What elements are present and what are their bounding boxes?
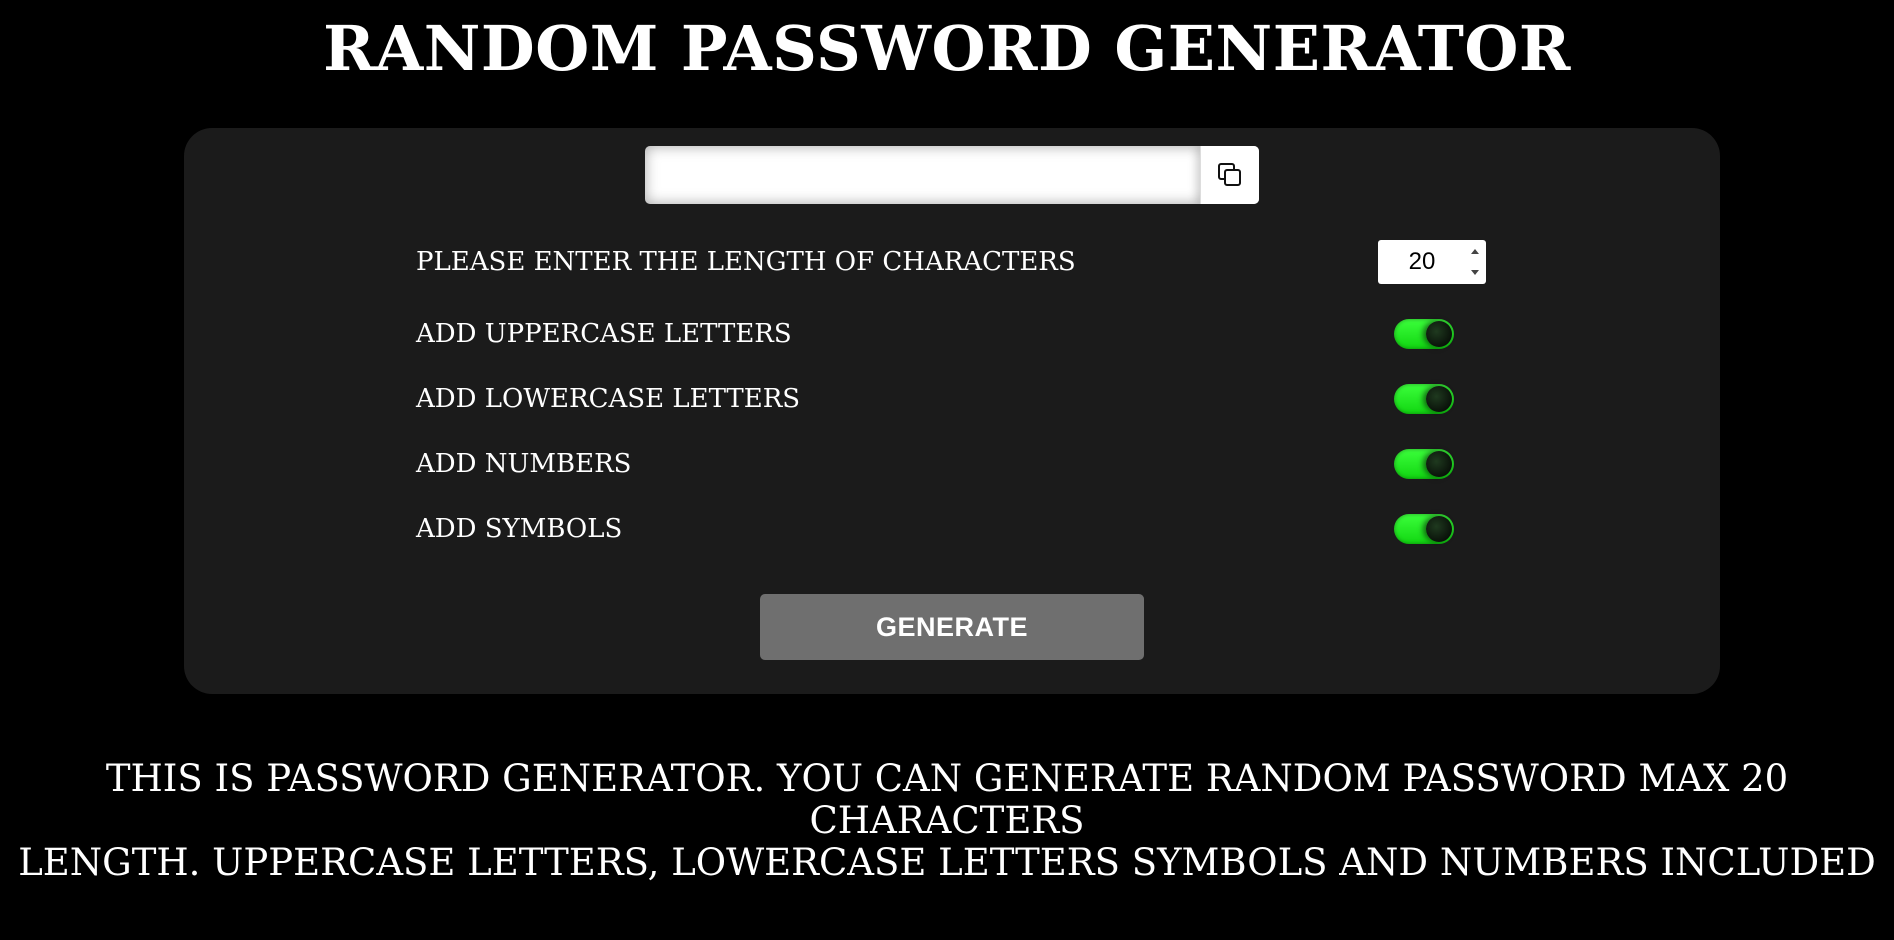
uppercase-label: ADD UPPERCASE LETTERS <box>416 319 792 349</box>
description-text: THIS IS PASSWORD GENERATOR. YOU CAN GENE… <box>0 758 1894 884</box>
length-label: PLEASE ENTER THE LENGTH OF CHARACTERS <box>416 247 1076 277</box>
symbols-option-row: ADD SYMBOLS <box>416 507 1486 551</box>
page-title: RANDOM PASSWORD GENERATOR <box>323 12 1571 85</box>
symbols-label: ADD SYMBOLS <box>416 514 623 544</box>
length-number-input[interactable]: 20 <box>1378 240 1486 284</box>
toggle-knob <box>1426 386 1452 412</box>
uppercase-option-row: ADD UPPERCASE LETTERS <box>416 312 1486 356</box>
length-option-row: PLEASE ENTER THE LENGTH OF CHARACTERS 20 <box>416 240 1486 284</box>
toggle-knob <box>1426 516 1452 542</box>
lowercase-label: ADD LOWERCASE LETTERS <box>416 384 801 414</box>
spin-down-arrow-icon[interactable] <box>1471 270 1479 275</box>
symbols-toggle[interactable] <box>1394 514 1454 544</box>
numbers-toggle[interactable] <box>1394 449 1454 479</box>
description-line-2: LENGTH. UPPERCASE LETTERS, LOWERCASE LET… <box>18 841 1876 884</box>
numbers-label: ADD NUMBERS <box>416 449 632 479</box>
generate-button[interactable]: GENERATE <box>760 594 1144 660</box>
copy-icon <box>1218 163 1241 186</box>
generator-panel: PLEASE ENTER THE LENGTH OF CHARACTERS 20… <box>184 128 1720 694</box>
lowercase-option-row: ADD LOWERCASE LETTERS <box>416 377 1486 421</box>
lowercase-toggle[interactable] <box>1394 384 1454 414</box>
description-line-1: THIS IS PASSWORD GENERATOR. YOU CAN GENE… <box>105 757 1789 842</box>
password-output-box <box>645 146 1259 204</box>
uppercase-toggle[interactable] <box>1394 319 1454 349</box>
password-output-field[interactable] <box>645 146 1199 204</box>
numbers-option-row: ADD NUMBERS <box>416 442 1486 486</box>
spin-up-arrow-icon[interactable] <box>1471 249 1479 254</box>
copy-button[interactable] <box>1200 146 1259 204</box>
length-value: 20 <box>1408 248 1436 275</box>
length-spinner[interactable] <box>1470 249 1480 275</box>
toggle-knob <box>1426 321 1452 347</box>
toggle-knob <box>1426 451 1452 477</box>
